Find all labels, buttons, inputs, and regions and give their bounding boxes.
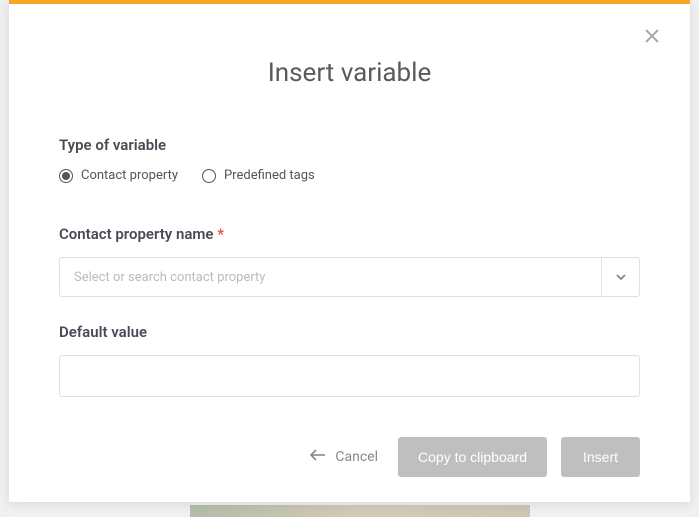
required-mark: * [217,225,224,243]
insert-button[interactable]: Insert [561,437,640,477]
radio-icon [59,169,73,183]
modal-content: Type of variable Contact property Predef… [9,136,690,397]
default-value-label: Default value [59,323,640,341]
type-of-variable-label: Type of variable [59,136,640,154]
variable-type-radio-group: Contact property Predefined tags [59,168,640,183]
modal-footer: Cancel Copy to clipboard Insert [9,437,690,477]
close-button[interactable] [642,28,662,48]
background-decoration [190,505,530,517]
arrow-left-icon [309,449,327,465]
close-icon [644,28,660,48]
insert-variable-modal: Insert variable Type of variable Contact… [9,0,690,502]
copy-to-clipboard-button[interactable]: Copy to clipboard [398,437,547,477]
radio-predefined-tags[interactable]: Predefined tags [202,168,315,183]
radio-label: Contact property [81,168,178,183]
default-value-input[interactable] [59,355,640,397]
select-caret-button[interactable] [601,258,639,296]
contact-property-name-label: Contact property name * [59,225,640,243]
select-placeholder: Select or search contact property [60,258,601,296]
cancel-button[interactable]: Cancel [309,449,378,465]
radio-icon [202,169,216,183]
modal-accent-bar [9,0,690,4]
cancel-label: Cancel [335,449,378,465]
radio-label: Predefined tags [224,168,315,183]
contact-property-select[interactable]: Select or search contact property [59,257,640,297]
modal-title: Insert variable [9,58,690,88]
chevron-down-icon [615,268,627,287]
radio-contact-property[interactable]: Contact property [59,168,178,183]
